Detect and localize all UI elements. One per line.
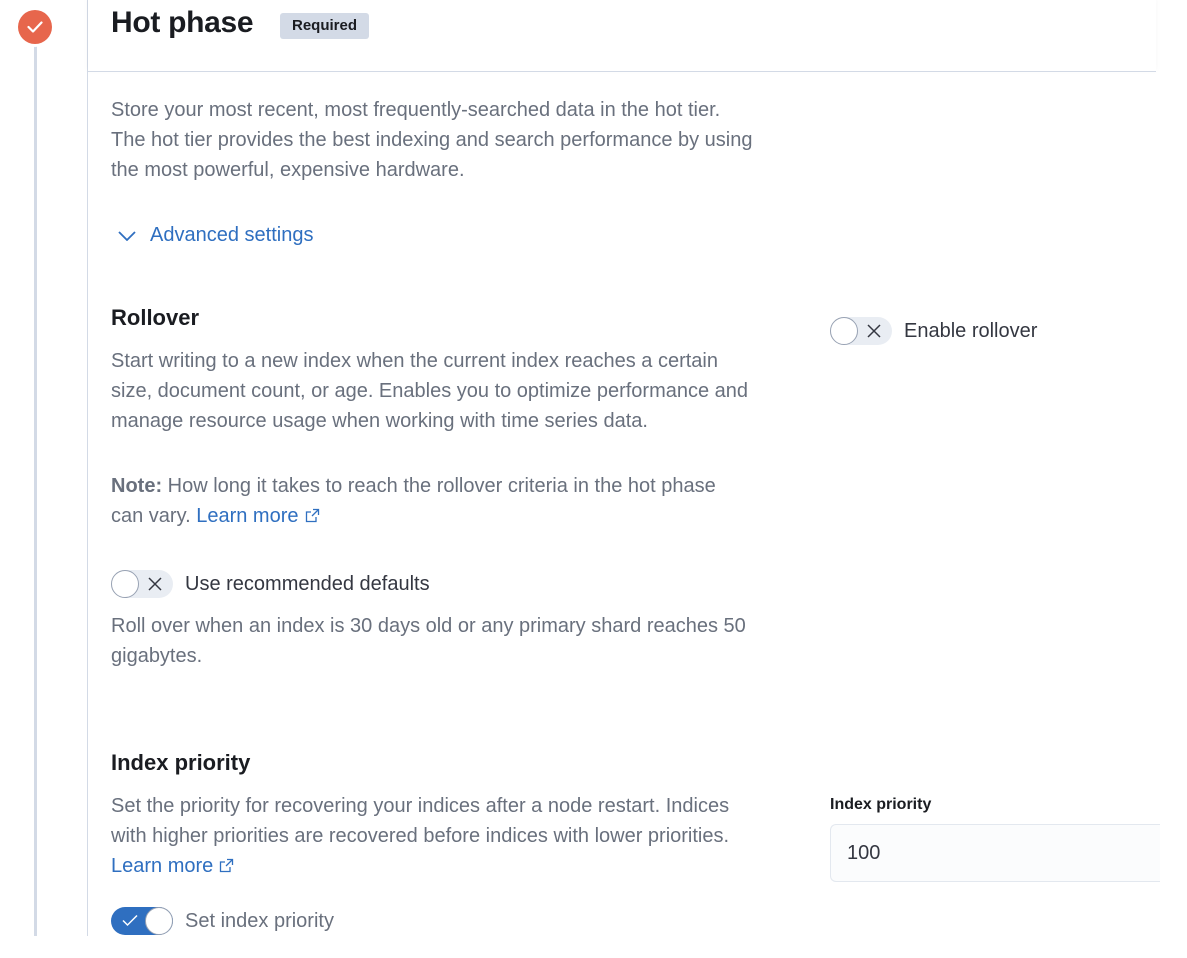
index-priority-description-line: Set the priority for recovering your ind… bbox=[111, 795, 730, 817]
phase-description-line: the most powerful, expensive hardware. bbox=[111, 159, 465, 181]
switch-knob bbox=[145, 907, 173, 935]
note-text: How long it takes to reach the rollover … bbox=[162, 475, 716, 497]
use-defaults-row: Use recommended defaults bbox=[111, 570, 430, 598]
learn-more-label: Learn more bbox=[111, 855, 214, 877]
cross-icon bbox=[867, 324, 881, 338]
phase-description-line: Store your most recent, most frequently-… bbox=[111, 99, 721, 121]
external-link-icon bbox=[220, 858, 234, 873]
chevron-down-icon bbox=[118, 230, 136, 241]
check-icon bbox=[122, 914, 138, 927]
learn-more-label: Learn more bbox=[196, 505, 299, 527]
rollover-description: Start writing to a new index when the cu… bbox=[111, 346, 748, 436]
rollover-description-line: manage resource usage when working with … bbox=[111, 410, 648, 432]
phase-description: Store your most recent, most frequently-… bbox=[111, 95, 752, 185]
note-label: Note: bbox=[111, 475, 163, 497]
defaults-help-line: Roll over when an index is 30 days old o… bbox=[111, 615, 746, 637]
switch-knob bbox=[111, 570, 139, 598]
rollover-learn-more-link[interactable]: Learn more bbox=[196, 505, 319, 527]
rollover-description-line: Start writing to a new index when the cu… bbox=[111, 350, 718, 372]
enable-rollover-label: Enable rollover bbox=[904, 319, 1038, 342]
index-priority-field-label: Index priority bbox=[830, 796, 932, 813]
defaults-help-text: Roll over when an index is 30 days old o… bbox=[111, 611, 746, 671]
index-priority-input[interactable] bbox=[830, 824, 1160, 882]
enable-rollover-switch[interactable] bbox=[830, 317, 892, 345]
enable-rollover-row: Enable rollover bbox=[830, 317, 1037, 345]
phase-title: Hot phase bbox=[111, 6, 254, 39]
rollover-note: Note: How long it takes to reach the rol… bbox=[111, 471, 716, 531]
advanced-settings-label: Advanced settings bbox=[150, 224, 314, 246]
set-index-priority-switch[interactable] bbox=[111, 907, 173, 935]
phase-header: Hot phase Required bbox=[88, 0, 1156, 72]
set-index-priority-label: Set index priority bbox=[185, 909, 334, 932]
index-priority-description: Set the priority for recovering your ind… bbox=[111, 791, 729, 881]
external-link-icon bbox=[305, 508, 319, 523]
phase-timeline-line bbox=[34, 30, 37, 936]
index-priority-learn-more-link[interactable]: Learn more bbox=[111, 855, 234, 877]
cross-icon bbox=[148, 577, 162, 591]
rollover-title: Rollover bbox=[111, 305, 200, 330]
switch-knob bbox=[830, 317, 858, 345]
check-icon bbox=[27, 21, 43, 33]
phase-complete-indicator bbox=[18, 10, 52, 44]
defaults-help-line: gigabytes. bbox=[111, 645, 203, 667]
index-priority-description-line: with higher priorities are recovered bef… bbox=[111, 825, 730, 847]
note-text: can vary. bbox=[111, 505, 197, 527]
rollover-description-line: size, document count, or age. Enables yo… bbox=[111, 380, 749, 402]
index-priority-title: Index priority bbox=[111, 750, 251, 775]
use-defaults-label: Use recommended defaults bbox=[185, 572, 430, 595]
use-recommended-defaults-switch[interactable] bbox=[111, 570, 173, 598]
required-badge: Required bbox=[280, 13, 370, 39]
phase-description-line: The hot tier provides the best indexing … bbox=[111, 129, 753, 151]
advanced-settings-toggle[interactable]: Advanced settings bbox=[118, 224, 313, 247]
hot-phase-panel: Hot phase Required Store your most recen… bbox=[87, 0, 1160, 936]
set-index-priority-row: Set index priority bbox=[111, 907, 334, 935]
